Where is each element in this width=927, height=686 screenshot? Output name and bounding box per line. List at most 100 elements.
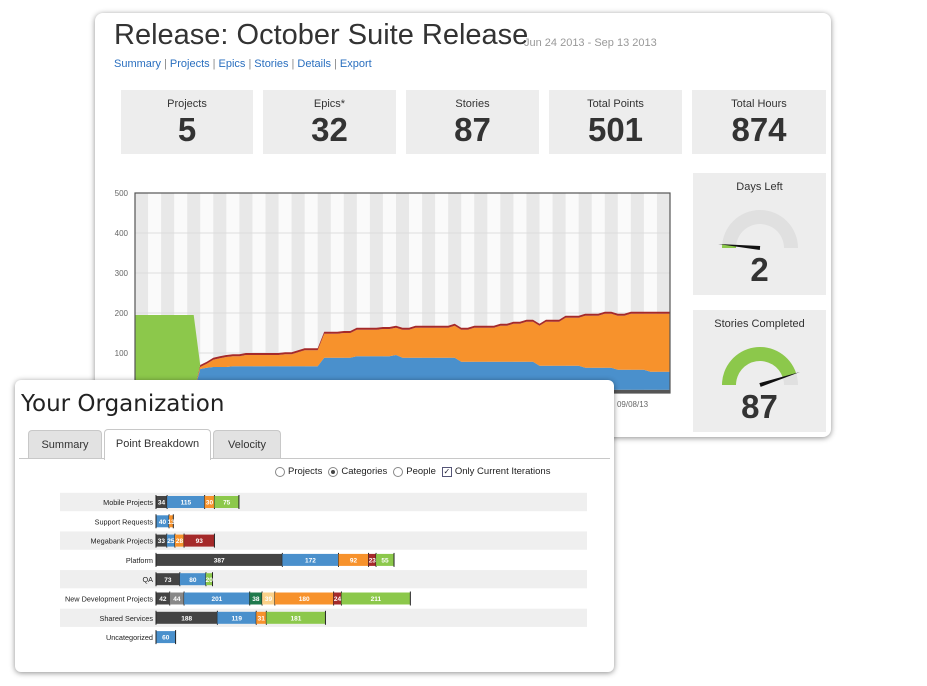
stat-value: 87	[454, 111, 491, 148]
bar-value-label: 39	[265, 596, 273, 603]
bar-value-label: 42	[159, 596, 167, 603]
category-label: Mobile Projects	[103, 498, 153, 507]
category-label: Platform	[126, 556, 153, 565]
stat-label: Total Points	[587, 98, 644, 110]
bar-value-label: 31	[258, 615, 266, 622]
bar-value-label: 60	[162, 635, 170, 642]
projects-radio-label: Projects	[288, 466, 323, 477]
organization-card: Your Organization Summary Point Breakdow…	[15, 380, 614, 672]
bar-value-label: 73	[164, 577, 172, 584]
y-tick-label: 100	[115, 349, 129, 358]
nav-separator: |	[291, 58, 295, 70]
stat-value: 5	[177, 111, 197, 148]
nav-separator: |	[164, 58, 167, 70]
days-left-label: Days Left	[736, 181, 783, 193]
x-tick-label: 09/08/13	[617, 400, 649, 409]
stat-projects: Projects 5	[121, 90, 253, 154]
tab-summary[interactable]: Summary	[28, 430, 102, 459]
breakdown-options: Projects Categories People ✓ Only Curren…	[275, 466, 550, 477]
bar-value-label: 23	[369, 558, 377, 565]
bar-value-label: 24	[334, 596, 342, 603]
tab-velocity[interactable]: Velocity	[213, 430, 281, 459]
bar-value-label: 201	[211, 596, 222, 603]
category-label: Uncategorized	[106, 633, 153, 642]
nav-link-details[interactable]: Details	[297, 58, 331, 70]
bar-value-label: 188	[181, 615, 192, 622]
bar-value-label: 93	[196, 538, 204, 545]
nav-link-stories[interactable]: Stories	[254, 58, 288, 70]
y-tick-label: 300	[115, 269, 129, 278]
nav-separator: |	[212, 58, 216, 70]
bar-value-label: 13	[168, 519, 176, 526]
bar-value-label: 34	[158, 500, 166, 507]
stat-total-hours: Total Hours 874	[692, 90, 826, 154]
stat-value: 874	[731, 111, 787, 148]
category-label: New Development Projects	[65, 595, 153, 604]
people-radio[interactable]	[393, 466, 404, 477]
nav-link-export[interactable]: Export	[340, 58, 372, 70]
category-label: Shared Services	[99, 614, 153, 623]
release-subnav: Summary | Projects | Epics | Stories | Details | E…	[114, 58, 372, 70]
bar-value-label: 80	[189, 577, 197, 584]
stat-total-points: Total Points 501	[549, 90, 682, 154]
bar-value-label: 75	[223, 500, 231, 507]
categories-radio[interactable]	[328, 466, 339, 477]
stories-completed-panel: Stories Completed 87	[693, 310, 826, 432]
bar-value-label: 172	[305, 558, 316, 565]
category-label: Megabank Projects	[91, 537, 154, 546]
categories-radio-label: Categories	[341, 466, 388, 477]
stat-stories: Stories 87	[406, 90, 539, 154]
current-iterations-checkbox[interactable]: ✓	[441, 466, 452, 477]
stories-completed-gauge	[722, 347, 800, 387]
y-tick-label: 400	[115, 229, 129, 238]
bar-value-label: 40	[159, 519, 167, 526]
bar-value-label: 181	[290, 615, 301, 622]
organization-title: Your Organization	[21, 391, 225, 417]
tab-point-breakdown[interactable]: Point Breakdown	[104, 429, 211, 460]
bar-value-label: 92	[350, 558, 358, 565]
bar-value-label: 211	[371, 596, 382, 603]
point-breakdown-bar-chart: Mobile Projects 34 115 30 75 Support Requests…	[60, 492, 587, 645]
bar-value-label: 44	[173, 596, 181, 603]
bar-value-label: 180	[299, 596, 310, 603]
people-radio-label: People	[406, 466, 436, 477]
nav-separator: |	[334, 58, 337, 70]
bar-value-label: 38	[252, 596, 260, 603]
nav-separator: |	[248, 58, 252, 70]
days-left-gauge	[718, 210, 798, 250]
current-iterations-label: Only Current Iterations	[454, 466, 551, 477]
stat-label: Epics*	[313, 98, 346, 110]
stat-value: 501	[587, 111, 644, 148]
bar-value-label: 33	[158, 538, 166, 545]
stories-completed-value: 87	[741, 388, 778, 425]
page-title: Release: October Suite Release	[114, 19, 529, 51]
category-label: QA	[142, 575, 153, 584]
y-tick-label: 500	[115, 189, 129, 198]
release-dates: Jun 24 2013 - Sep 13 2013	[524, 37, 657, 49]
y-tick-label: 200	[115, 309, 129, 318]
bar-value-label: 115	[181, 500, 192, 507]
days-left-panel: Days Left 2	[693, 173, 826, 295]
stories-completed-label: Stories Completed	[714, 318, 805, 330]
nav-link-epics[interactable]: Epics	[219, 58, 246, 70]
days-left-value: 2	[750, 251, 769, 288]
nav-link-projects[interactable]: Projects	[170, 58, 210, 70]
release-card: Release: October Suite Release Jun 24 20…	[95, 13, 831, 437]
category-label: Support Requests	[95, 517, 154, 526]
row-band	[60, 570, 587, 589]
bar-value-label: 28	[176, 538, 184, 545]
bar-value-label: 119	[232, 615, 243, 622]
stat-epics: Epics* 32	[263, 90, 396, 154]
nav-link-summary[interactable]: Summary	[114, 58, 161, 70]
stat-value: 32	[311, 111, 348, 148]
bar-value-label: 20	[206, 577, 214, 584]
stat-label: Projects	[167, 98, 207, 110]
burnup-area-chart: 010020030040050009/08/13	[115, 189, 671, 409]
bar-value-label: 25	[167, 538, 175, 545]
projects-radio[interactable]	[275, 466, 285, 477]
stat-label: Stories	[455, 98, 490, 110]
stat-label: Total Hours	[731, 98, 787, 110]
bar-value-label: 387	[214, 558, 225, 565]
gauge-track	[722, 210, 798, 248]
bar-value-label: 55	[381, 558, 389, 565]
